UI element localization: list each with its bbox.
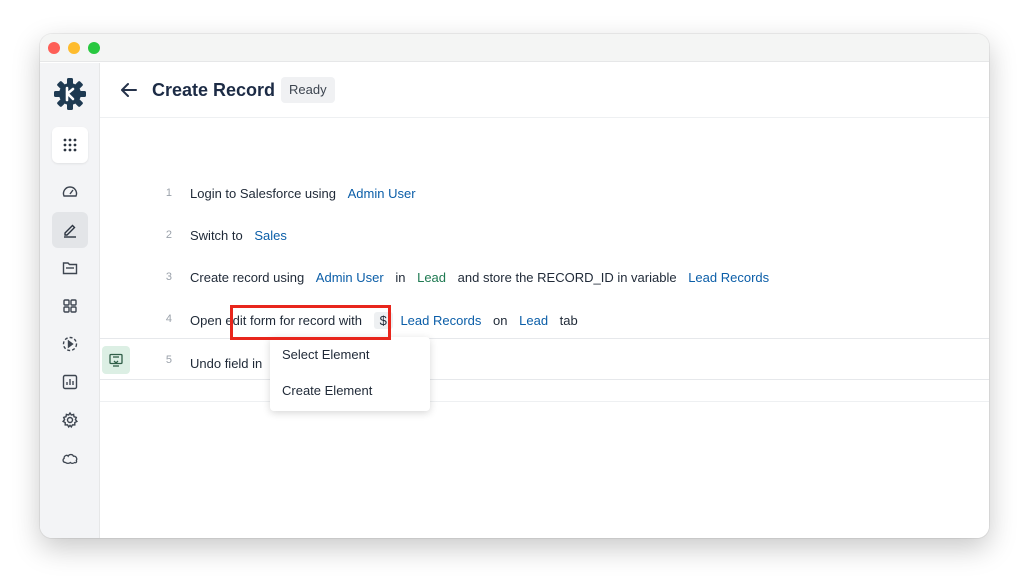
step-text: Login to Salesforce using Admin User <box>190 186 420 201</box>
run-button[interactable] <box>52 326 88 362</box>
screen-capture-icon <box>109 353 123 367</box>
object-token[interactable]: Lead <box>413 270 450 285</box>
step-text-part: Undo field in <box>190 356 263 371</box>
step-number: 3 <box>165 271 172 283</box>
title-bar <box>40 34 989 62</box>
step-text-part: in <box>395 270 406 285</box>
step-text-part: Create record using <box>190 270 305 285</box>
select-element-option[interactable]: Select Element <box>270 337 430 373</box>
app-token[interactable]: Sales <box>250 228 291 243</box>
folder-icon <box>62 262 78 275</box>
salesforce-button[interactable] <box>52 440 88 476</box>
element-dropdown-menu: Select Element Create Element <box>270 337 430 411</box>
reports-icon <box>62 374 78 390</box>
main-content: Create Record Ready 1 Login to Salesforc… <box>100 63 989 538</box>
step-text-part: tab <box>559 313 578 328</box>
divider <box>100 401 989 402</box>
dashboard-button[interactable] <box>52 174 88 210</box>
settings-button[interactable] <box>52 402 88 438</box>
minimize-window-button[interactable] <box>68 42 80 54</box>
object-token[interactable]: Lead <box>515 313 552 328</box>
step-text-part: Switch to <box>190 228 243 243</box>
step-number: 4 <box>165 313 172 325</box>
maximize-window-button[interactable] <box>88 42 100 54</box>
settings-icon <box>62 411 78 429</box>
user-token[interactable]: Admin User <box>344 186 420 201</box>
step-row[interactable]: 1 Login to Salesforce using Admin User <box>100 172 989 214</box>
dashboard-icon <box>62 186 78 197</box>
step-row-selected[interactable]: 5 Undo field in element <box>100 338 989 380</box>
reports-button[interactable] <box>52 364 88 400</box>
step-row[interactable]: 2 Switch to Sales <box>100 214 989 256</box>
variable-token[interactable]: Lead Records <box>396 313 485 328</box>
files-button[interactable] <box>52 250 88 286</box>
step-row[interactable]: 3 Create record using Admin User in Lead… <box>100 256 989 298</box>
focus-highlight-box <box>230 305 391 340</box>
step-number: 5 <box>165 354 172 366</box>
variable-token[interactable]: Lead Records <box>684 270 773 285</box>
widgets-button[interactable] <box>52 288 88 324</box>
user-token[interactable]: Admin User <box>312 270 388 285</box>
step-text-part: on <box>493 313 508 328</box>
step-number: 1 <box>165 187 172 199</box>
status-badge: Ready <box>281 77 335 103</box>
page-title: Create Record <box>152 80 276 100</box>
editor-button[interactable] <box>52 212 88 248</box>
run-icon <box>62 336 78 352</box>
close-window-button[interactable] <box>48 42 60 54</box>
page-header: Create Record Ready <box>100 63 989 118</box>
cloud-icon <box>62 453 78 465</box>
create-element-option[interactable]: Create Element <box>270 373 430 409</box>
step-text-part: Login to Salesforce using <box>190 186 336 201</box>
step-number: 2 <box>165 229 172 241</box>
step-text: Switch to Sales <box>190 228 291 243</box>
step-action-button[interactable] <box>102 346 130 374</box>
app-logo-icon[interactable] <box>53 77 87 111</box>
back-arrow-icon[interactable] <box>118 79 140 101</box>
edit-icon <box>64 224 76 238</box>
step-text-part: and store the RECORD_ID in variable <box>457 270 677 285</box>
widgets-icon <box>63 299 77 313</box>
app-window: Create Record Ready 1 Login to Salesforc… <box>40 34 989 538</box>
step-text: Create record using Admin User in Lead a… <box>190 270 773 285</box>
apps-grid-button[interactable] <box>52 127 88 163</box>
apps-grid-icon <box>63 138 77 152</box>
sidebar <box>40 63 100 538</box>
